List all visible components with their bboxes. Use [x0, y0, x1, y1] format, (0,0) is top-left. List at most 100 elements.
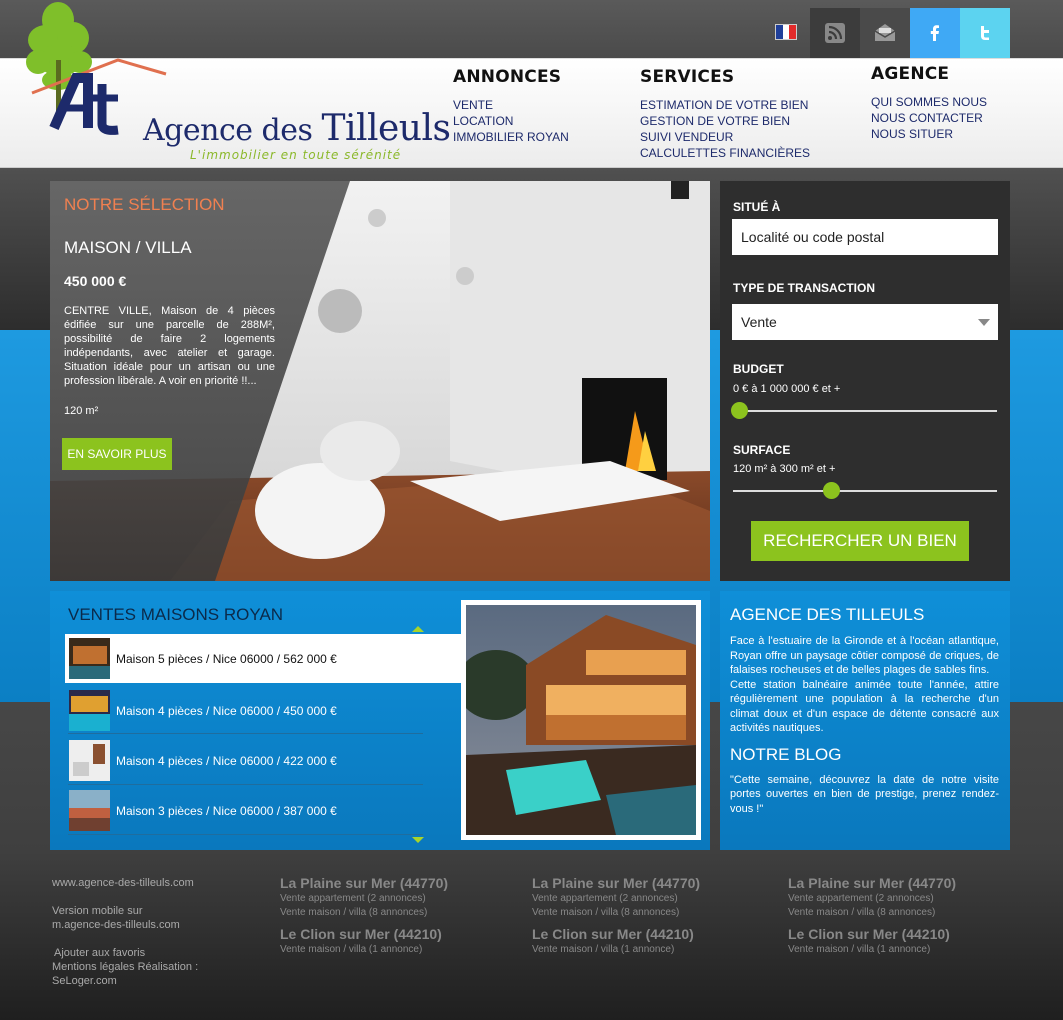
nav-link-qui-sommes-nous[interactable]: QUI SOMMES NOUS [871, 94, 987, 110]
nav-link-estimation[interactable]: ESTIMATION DE VOTRE BIEN [640, 97, 810, 113]
transaction-value: Vente [741, 314, 777, 330]
location-input[interactable]: Localité ou code postal [732, 219, 998, 255]
agency-text-2: Cette station balnéaire animée toute l'a… [730, 678, 999, 735]
nav-agence-title[interactable]: AGENCE [871, 64, 987, 84]
budget-slider[interactable] [731, 402, 997, 419]
listing-area: 120 m² [64, 405, 99, 417]
logo-text-part1: Agence des [143, 113, 322, 148]
list-divider [68, 733, 423, 734]
footer-column-1: La Plaine sur Mer (44770) Vente appartem… [280, 875, 448, 957]
nav-link-gestion[interactable]: GESTION DE VOTRE BIEN [640, 113, 810, 129]
scroll-down-icon[interactable] [412, 837, 424, 843]
blog-title[interactable]: NOTRE BLOG [730, 745, 999, 765]
footer-mentions-link[interactable]: Mentions légales Réalisation : [52, 960, 198, 974]
logo[interactable]: Agence des Tilleuls L'immobilier en tout… [18, 0, 451, 165]
listing-thumbnail [69, 740, 110, 781]
footer-favoris-link[interactable]: Ajouter aux favoris [52, 946, 198, 960]
selection-title: NOTRE SÉLECTION [64, 195, 225, 214]
surface-range: 120 m² à 300 m² et + [733, 463, 836, 475]
sales-list-title: VENTES MAISONS ROYAN [68, 605, 284, 624]
nav-agence: AGENCE QUI SOMMES NOUS NOUS CONTACTER NO… [871, 64, 987, 142]
listing-type: MAISON / VILLA [64, 238, 192, 257]
nav-link-immobilier-royan[interactable]: IMMOBILIER ROYAN [453, 129, 569, 145]
footer-link[interactable]: Vente maison / villa (1 annonce) [280, 943, 448, 957]
footer-link[interactable]: Vente maison / villa (8 annonces) [280, 906, 448, 920]
mail-button[interactable] [860, 8, 910, 58]
nav-link-nous-situer[interactable]: NOUS SITUER [871, 126, 987, 142]
featured-sale-photo[interactable] [456, 600, 701, 840]
facebook-button[interactable] [910, 8, 960, 58]
nav-services-title[interactable]: SERVICES [640, 67, 810, 87]
budget-range: 0 € à 1 000 000 € et + [733, 383, 841, 395]
footer-link[interactable]: Vente appartement (2 annonces) [788, 892, 956, 906]
list-item-label: Maison 5 pièces / Nice 06000 / 562 000 € [116, 651, 337, 666]
footer-seloger-link[interactable]: SeLoger.com [52, 974, 198, 988]
villa-pool-photo [456, 605, 696, 835]
list-item[interactable]: Maison 5 pièces / Nice 06000 / 562 000 € [65, 634, 463, 683]
footer-city[interactable]: Le Clion sur Mer (44210) [788, 926, 956, 942]
blog-text: "Cette semaine, découvrez la date de not… [730, 773, 999, 815]
surface-slider-handle[interactable] [823, 482, 841, 499]
location-label: SITUÉ À [733, 200, 781, 214]
chevron-down-icon [978, 319, 990, 326]
scroll-up-icon[interactable] [412, 626, 424, 632]
list-divider [68, 784, 423, 785]
footer-site-link[interactable]: www.agence-des-tilleuls.com [52, 876, 198, 890]
logo-tagline: L'immobilier en toute sérénité [190, 148, 402, 162]
agency-panel: AGENCE DES TILLEULS Face à l'estuaire de… [720, 591, 1010, 850]
list-divider [68, 834, 423, 835]
footer-city[interactable]: Le Clion sur Mer (44210) [532, 926, 700, 942]
listing-thumbnail [69, 638, 110, 679]
budget-slider-handle[interactable] [731, 402, 748, 419]
nav-annonces: ANNONCES VENTE LOCATION IMMOBILIER ROYAN [453, 67, 569, 145]
listing-thumbnail [69, 790, 110, 831]
france-flag-icon[interactable] [775, 24, 797, 40]
en-savoir-plus-button[interactable]: EN SAVOIR PLUS [62, 438, 172, 470]
nav-link-calculettes[interactable]: CALCULETTES FINANCIÈRES [640, 145, 810, 161]
nav-annonces-title[interactable]: ANNONCES [453, 67, 569, 87]
footer-column-3: La Plaine sur Mer (44770) Vente appartem… [788, 875, 956, 957]
nav-services: SERVICES ESTIMATION DE VOTRE BIEN GESTIO… [640, 67, 810, 161]
listing-description: CENTRE VILLE, Maison de 4 pièces édifiée… [64, 305, 275, 387]
agency-title: AGENCE DES TILLEULS [730, 605, 925, 624]
transaction-select[interactable]: Vente [732, 304, 998, 340]
twitter-icon [981, 26, 989, 40]
nav-link-vente[interactable]: VENTE [453, 97, 569, 113]
list-item-label: Maison 4 pièces / Nice 06000 / 450 000 € [116, 703, 337, 718]
footer-city[interactable]: Le Clion sur Mer (44210) [280, 926, 448, 942]
footer-link[interactable]: Vente maison / villa (1 annonce) [532, 943, 700, 957]
footer-mobile-link[interactable]: m.agence-des-tilleuls.com [52, 918, 198, 932]
rss-icon [825, 23, 845, 43]
list-item-label: Maison 3 pièces / Nice 06000 / 387 000 € [116, 803, 337, 818]
listing-price: 450 000 € [64, 273, 127, 289]
surface-label: SURFACE [733, 443, 791, 457]
footer-link[interactable]: Vente maison / villa (1 annonce) [788, 943, 956, 957]
logo-text-part2: Tilleuls [321, 108, 451, 149]
nav-link-location[interactable]: LOCATION [453, 113, 569, 129]
featured-listing[interactable]: NOTRE SÉLECTION MAISON / VILLA 450 000 €… [50, 181, 710, 581]
list-item[interactable]: Maison 3 pièces / Nice 06000 / 387 000 € [65, 786, 460, 835]
footer-column-2: La Plaine sur Mer (44770) Vente appartem… [532, 875, 700, 957]
budget-label: BUDGET [733, 362, 784, 376]
featured-listing-text: NOTRE SÉLECTION MAISON / VILLA 450 000 €… [50, 181, 340, 581]
list-item[interactable]: Maison 4 pièces / Nice 06000 / 422 000 € [65, 736, 460, 785]
footer-mobile-label: Version mobile sur [52, 905, 143, 917]
surface-slider[interactable] [733, 482, 997, 499]
sales-list-panel: VENTES MAISONS ROYAN Maison 5 pièces / N… [50, 591, 710, 850]
footer-link[interactable]: Vente appartement (2 annonces) [532, 892, 700, 906]
list-item[interactable]: Maison 4 pièces / Nice 06000 / 450 000 € [65, 686, 460, 735]
footer-city[interactable]: La Plaine sur Mer (44770) [532, 875, 700, 891]
agency-text-1: Face à l'estuaire de la Gironde et à l'o… [730, 635, 999, 676]
footer-link[interactable]: Vente maison / villa (8 annonces) [532, 906, 700, 920]
twitter-button[interactable] [960, 8, 1010, 58]
search-panel: SITUÉ À Localité ou code postal TYPE DE … [720, 181, 1010, 581]
nav-link-suivi-vendeur[interactable]: SUIVI VENDEUR [640, 129, 810, 145]
footer-city[interactable]: La Plaine sur Mer (44770) [280, 875, 448, 891]
rss-button[interactable] [810, 8, 860, 58]
footer-link[interactable]: Vente maison / villa (8 annonces) [788, 906, 956, 920]
footer-city[interactable]: La Plaine sur Mer (44770) [788, 875, 956, 891]
nav-link-nous-contacter[interactable]: NOUS CONTACTER [871, 110, 987, 126]
footer-link[interactable]: Vente appartement (2 annonces) [280, 892, 448, 906]
search-button[interactable]: RECHERCHER UN BIEN [751, 521, 969, 561]
list-item-label: Maison 4 pièces / Nice 06000 / 422 000 € [116, 753, 337, 768]
